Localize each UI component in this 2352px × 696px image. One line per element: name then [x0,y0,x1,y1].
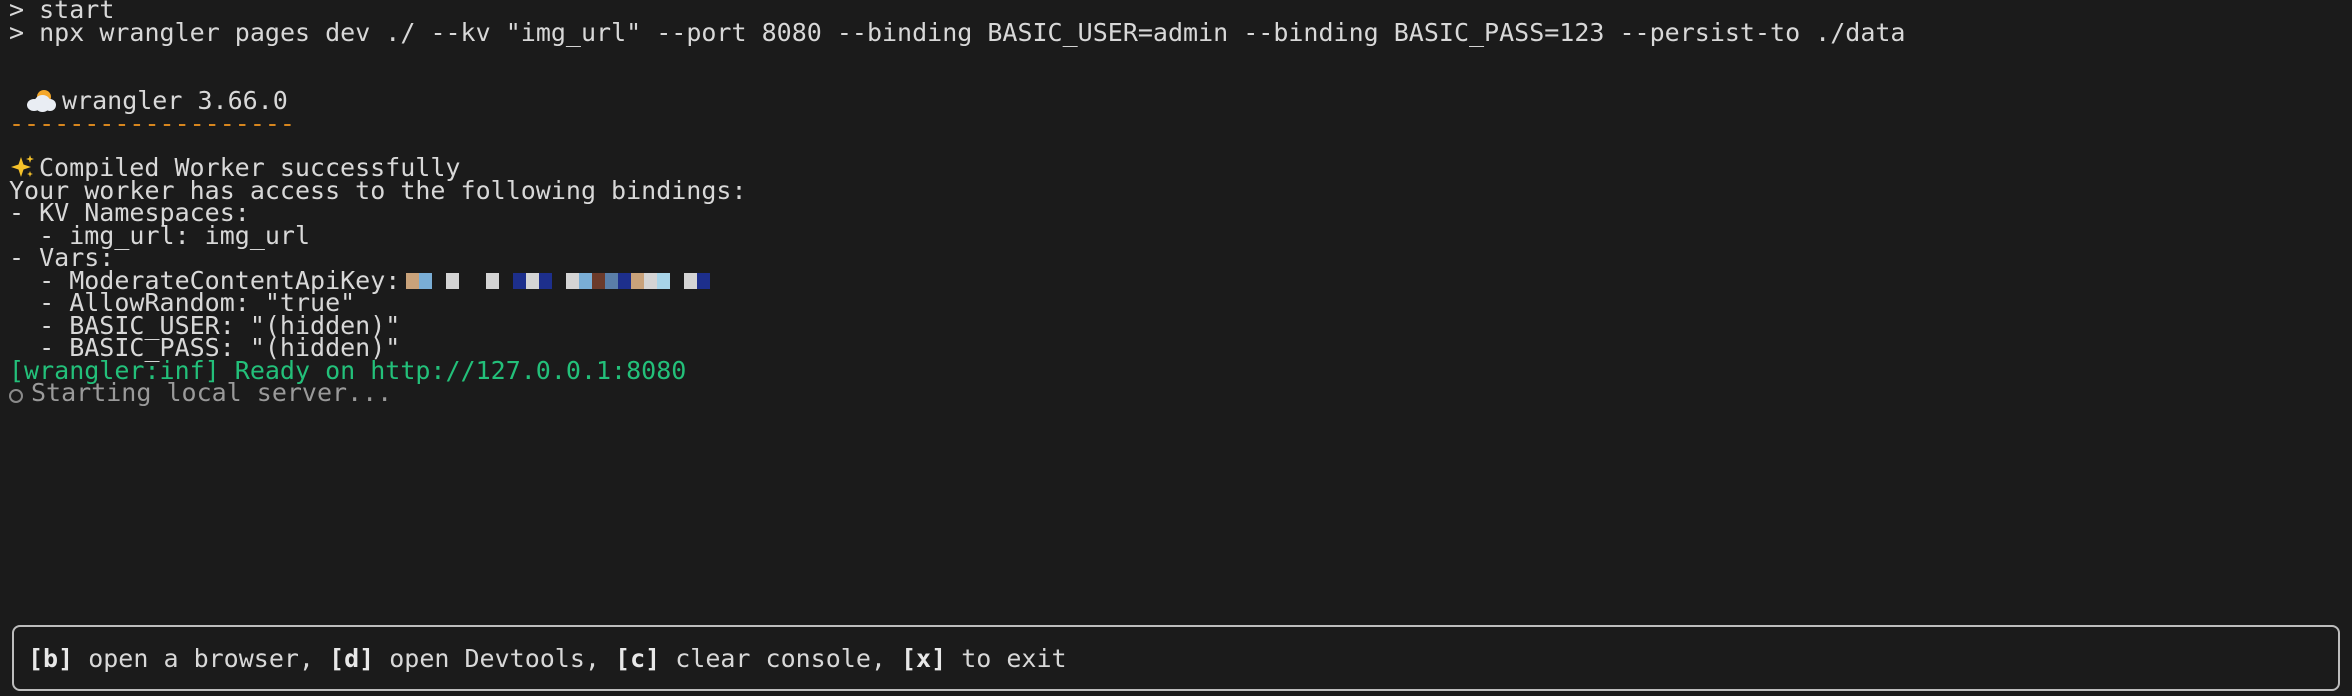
hotkey-hint-text: [b] open a browser, [d] open Devtools, [… [28,642,1067,676]
hotkey-d-label: open Devtools, [374,644,616,673]
hotkey-x[interactable]: [x] [901,644,946,673]
hotkey-hint-box: [b] open a browser, [d] open Devtools, [… [12,625,2340,691]
hotkey-c-label: clear console, [660,644,901,673]
starting-line: Starting local server... [9,376,392,410]
hotkey-d[interactable]: [d] [329,644,374,673]
separator-line: ------------------- [9,109,295,138]
terminal-window[interactable]: > start > npx wrangler pages dev ./ --kv… [0,0,2352,696]
hotkey-c[interactable]: [c] [615,644,660,673]
hotkey-b[interactable]: [b] [28,644,73,673]
prompt-symbol: > [9,18,25,47]
starting-text: Starting local server... [31,378,393,407]
command-line-wrangler: > npx wrangler pages dev ./ --kv "img_ur… [9,16,1905,50]
command-text: npx wrangler pages dev ./ --kv "img_url"… [39,18,1906,47]
spinner-circle-icon [9,389,23,403]
redacted-value [406,273,716,289]
hotkey-b-label: open a browser, [73,644,330,673]
hotkey-x-label: to exit [946,644,1067,673]
